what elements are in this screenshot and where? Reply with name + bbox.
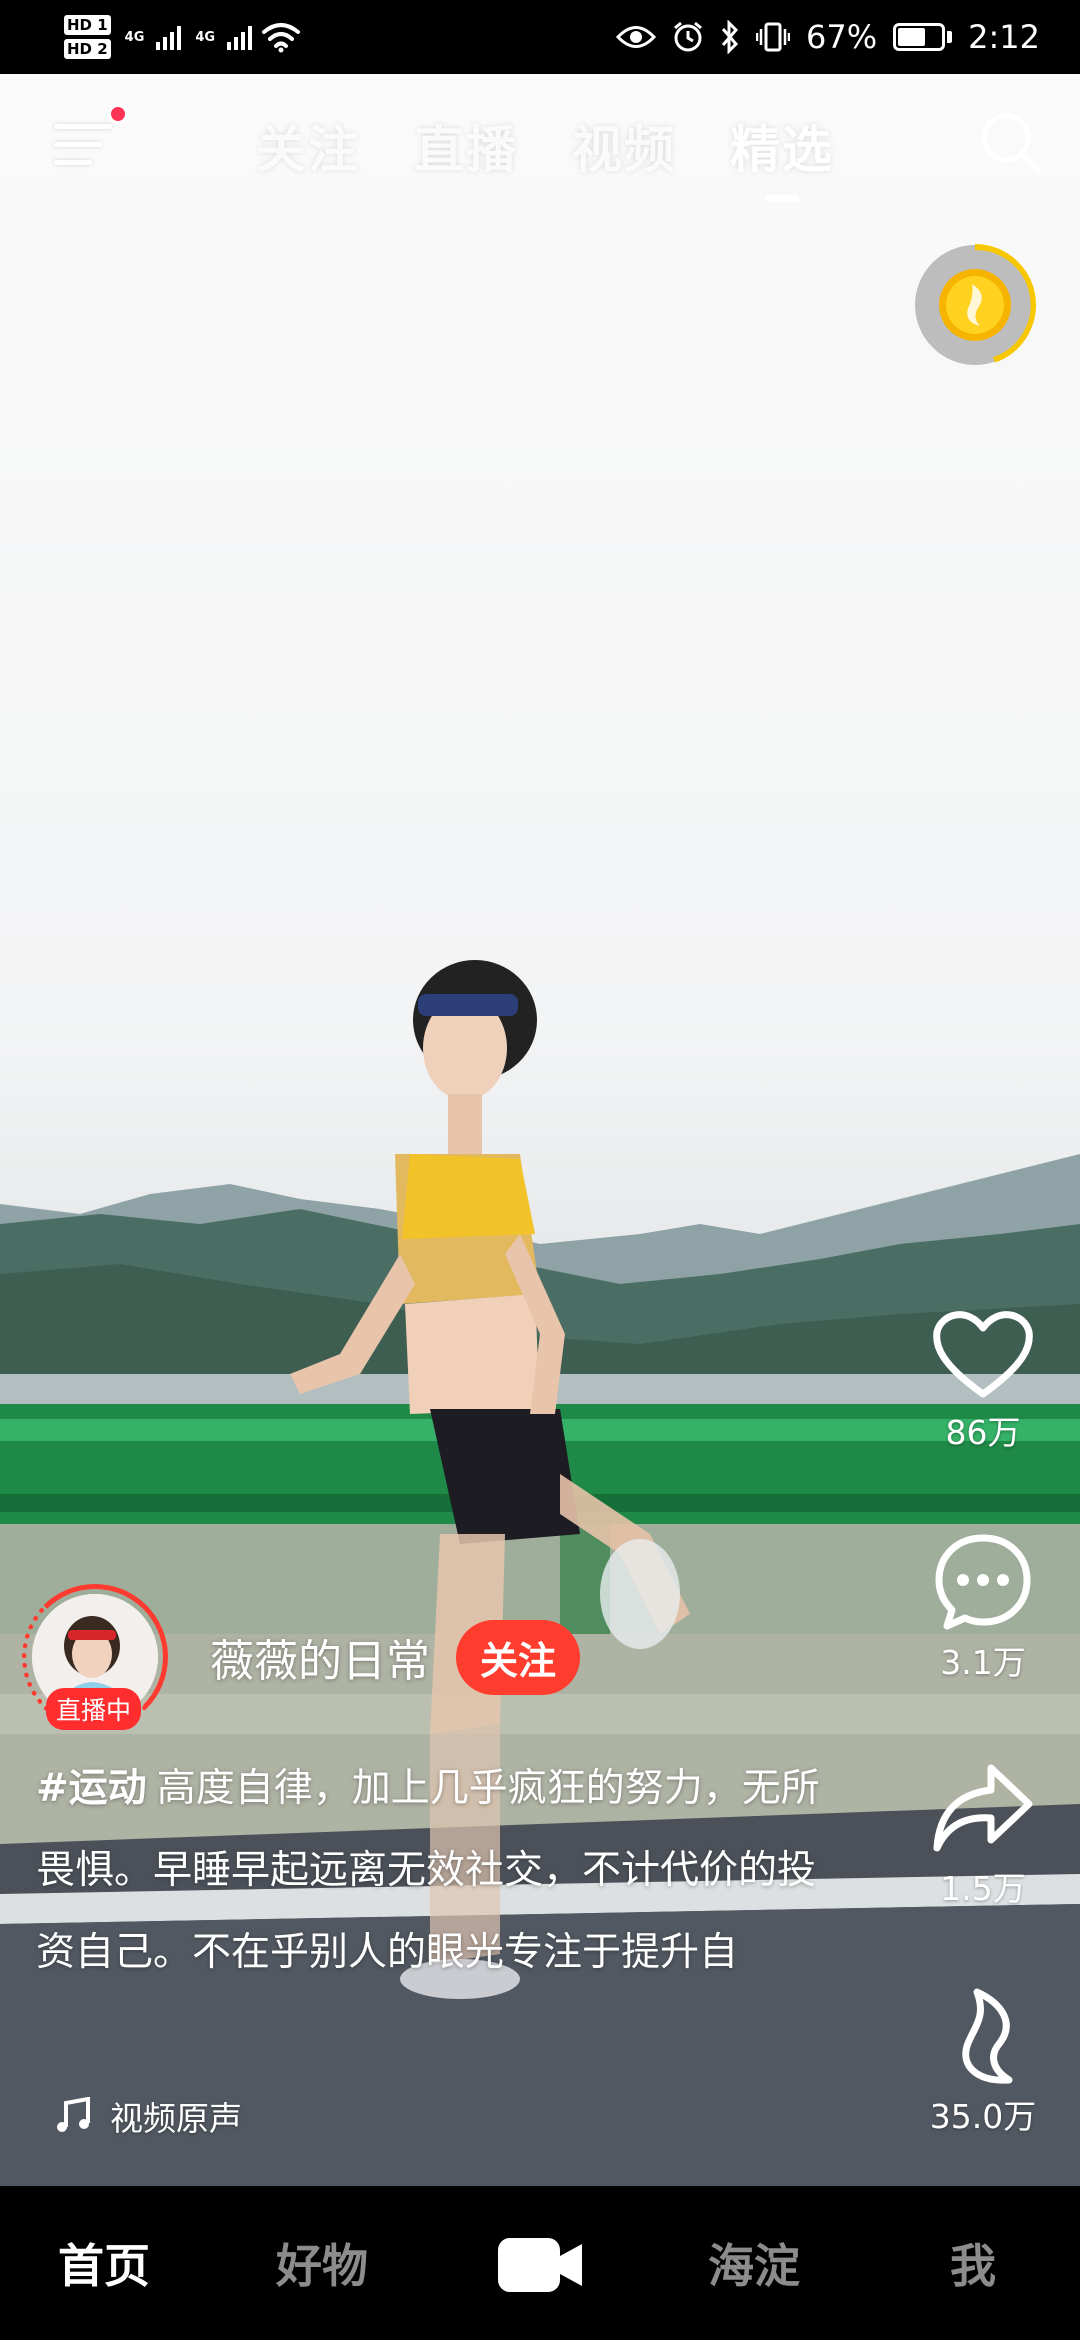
menu-button[interactable] bbox=[54, 104, 128, 174]
leaf-icon bbox=[962, 1988, 1013, 2084]
nav-home[interactable]: 首页 bbox=[58, 2230, 150, 2296]
music-info[interactable]: 视频原声 bbox=[54, 2092, 242, 2140]
video-caption[interactable]: #运动 高度自律，加上几乎疯狂的努力，无所畏惧。早睡早起远离无效社交，不计代价的投… bbox=[36, 1748, 836, 1994]
active-tab-indicator bbox=[765, 195, 799, 202]
collect-count: 35.0万 bbox=[929, 2097, 1037, 2136]
network-status: HD 1 HD 2 4G 4G bbox=[64, 8, 301, 66]
feed-tabs: 关注 直播 视频 精选 bbox=[256, 110, 834, 202]
network-type-1: 4G bbox=[124, 29, 145, 45]
search-icon[interactable] bbox=[978, 110, 1044, 176]
nav-haidian[interactable]: 海淀 bbox=[708, 2230, 800, 2296]
live-badge: 直播中 bbox=[46, 1688, 142, 1730]
bottom-navigation: 首页 好物 海淀 我 bbox=[0, 2186, 1080, 2340]
tab-live[interactable]: 直播 bbox=[414, 110, 518, 182]
share-count: 1.5万 bbox=[940, 1869, 1026, 1908]
share-action[interactable]: 1.5万 bbox=[898, 1760, 1068, 1910]
author-name[interactable]: 薇薇的日常 bbox=[210, 1625, 430, 1689]
comment-count: 3.1万 bbox=[940, 1643, 1026, 1682]
signal-icon bbox=[156, 24, 182, 50]
comment-action[interactable]: 3.1万 bbox=[898, 1532, 1068, 1684]
music-label: 视频原声 bbox=[110, 2099, 242, 2138]
sim1-badge: HD 1 bbox=[64, 15, 111, 35]
collect-action[interactable]: 35.0万 bbox=[898, 1986, 1068, 2138]
top-navigation: 关注 直播 视频 精选 bbox=[0, 74, 1080, 214]
system-status: 67% 2:12 bbox=[616, 0, 1040, 74]
tab-video[interactable]: 视频 bbox=[572, 110, 676, 182]
tab-featured[interactable]: 精选 bbox=[730, 110, 834, 202]
battery-icon bbox=[893, 23, 953, 51]
sim2-badge: HD 2 bbox=[64, 39, 111, 59]
like-action[interactable]: 86万 bbox=[898, 1306, 1068, 1454]
music-note-icon bbox=[57, 2097, 90, 2132]
heart-icon bbox=[933, 1311, 1033, 1398]
wifi-icon bbox=[262, 23, 301, 53]
like-count: 86万 bbox=[945, 1413, 1021, 1452]
menu-icon bbox=[54, 124, 112, 129]
camera-icon[interactable] bbox=[496, 2234, 586, 2296]
battery-percent: 67% bbox=[806, 18, 878, 56]
status-bar: HD 1 HD 2 4G 4G 67% 2:12 bbox=[0, 0, 1080, 74]
comment-icon bbox=[935, 1534, 1031, 1630]
alarm-icon bbox=[674, 21, 702, 52]
author-avatar[interactable]: 直播中 bbox=[22, 1584, 168, 1730]
vibrate-icon bbox=[756, 22, 791, 52]
caption-text: 高度自律，加上几乎疯狂的努力，无所畏惧。早睡早起远离无效社交，不计代价的投资自己… bbox=[36, 1766, 820, 1975]
clock: 2:12 bbox=[968, 18, 1040, 56]
nav-goods[interactable]: 好物 bbox=[276, 2230, 368, 2296]
network-type-2: 4G bbox=[195, 29, 216, 45]
bluetooth-icon bbox=[721, 20, 739, 54]
hashtag[interactable]: #运动 bbox=[36, 1766, 147, 1811]
notification-dot bbox=[108, 104, 128, 124]
author-row: 直播中 薇薇的日常 关注 bbox=[22, 1582, 581, 1732]
share-icon bbox=[933, 1764, 1033, 1852]
signal-icon bbox=[227, 24, 253, 50]
eye-icon bbox=[616, 26, 657, 48]
coin-reward-icon[interactable] bbox=[914, 244, 1036, 366]
tab-following[interactable]: 关注 bbox=[256, 110, 360, 182]
follow-button[interactable]: 关注 bbox=[456, 1619, 581, 1695]
nav-me[interactable]: 我 bbox=[950, 2230, 996, 2296]
